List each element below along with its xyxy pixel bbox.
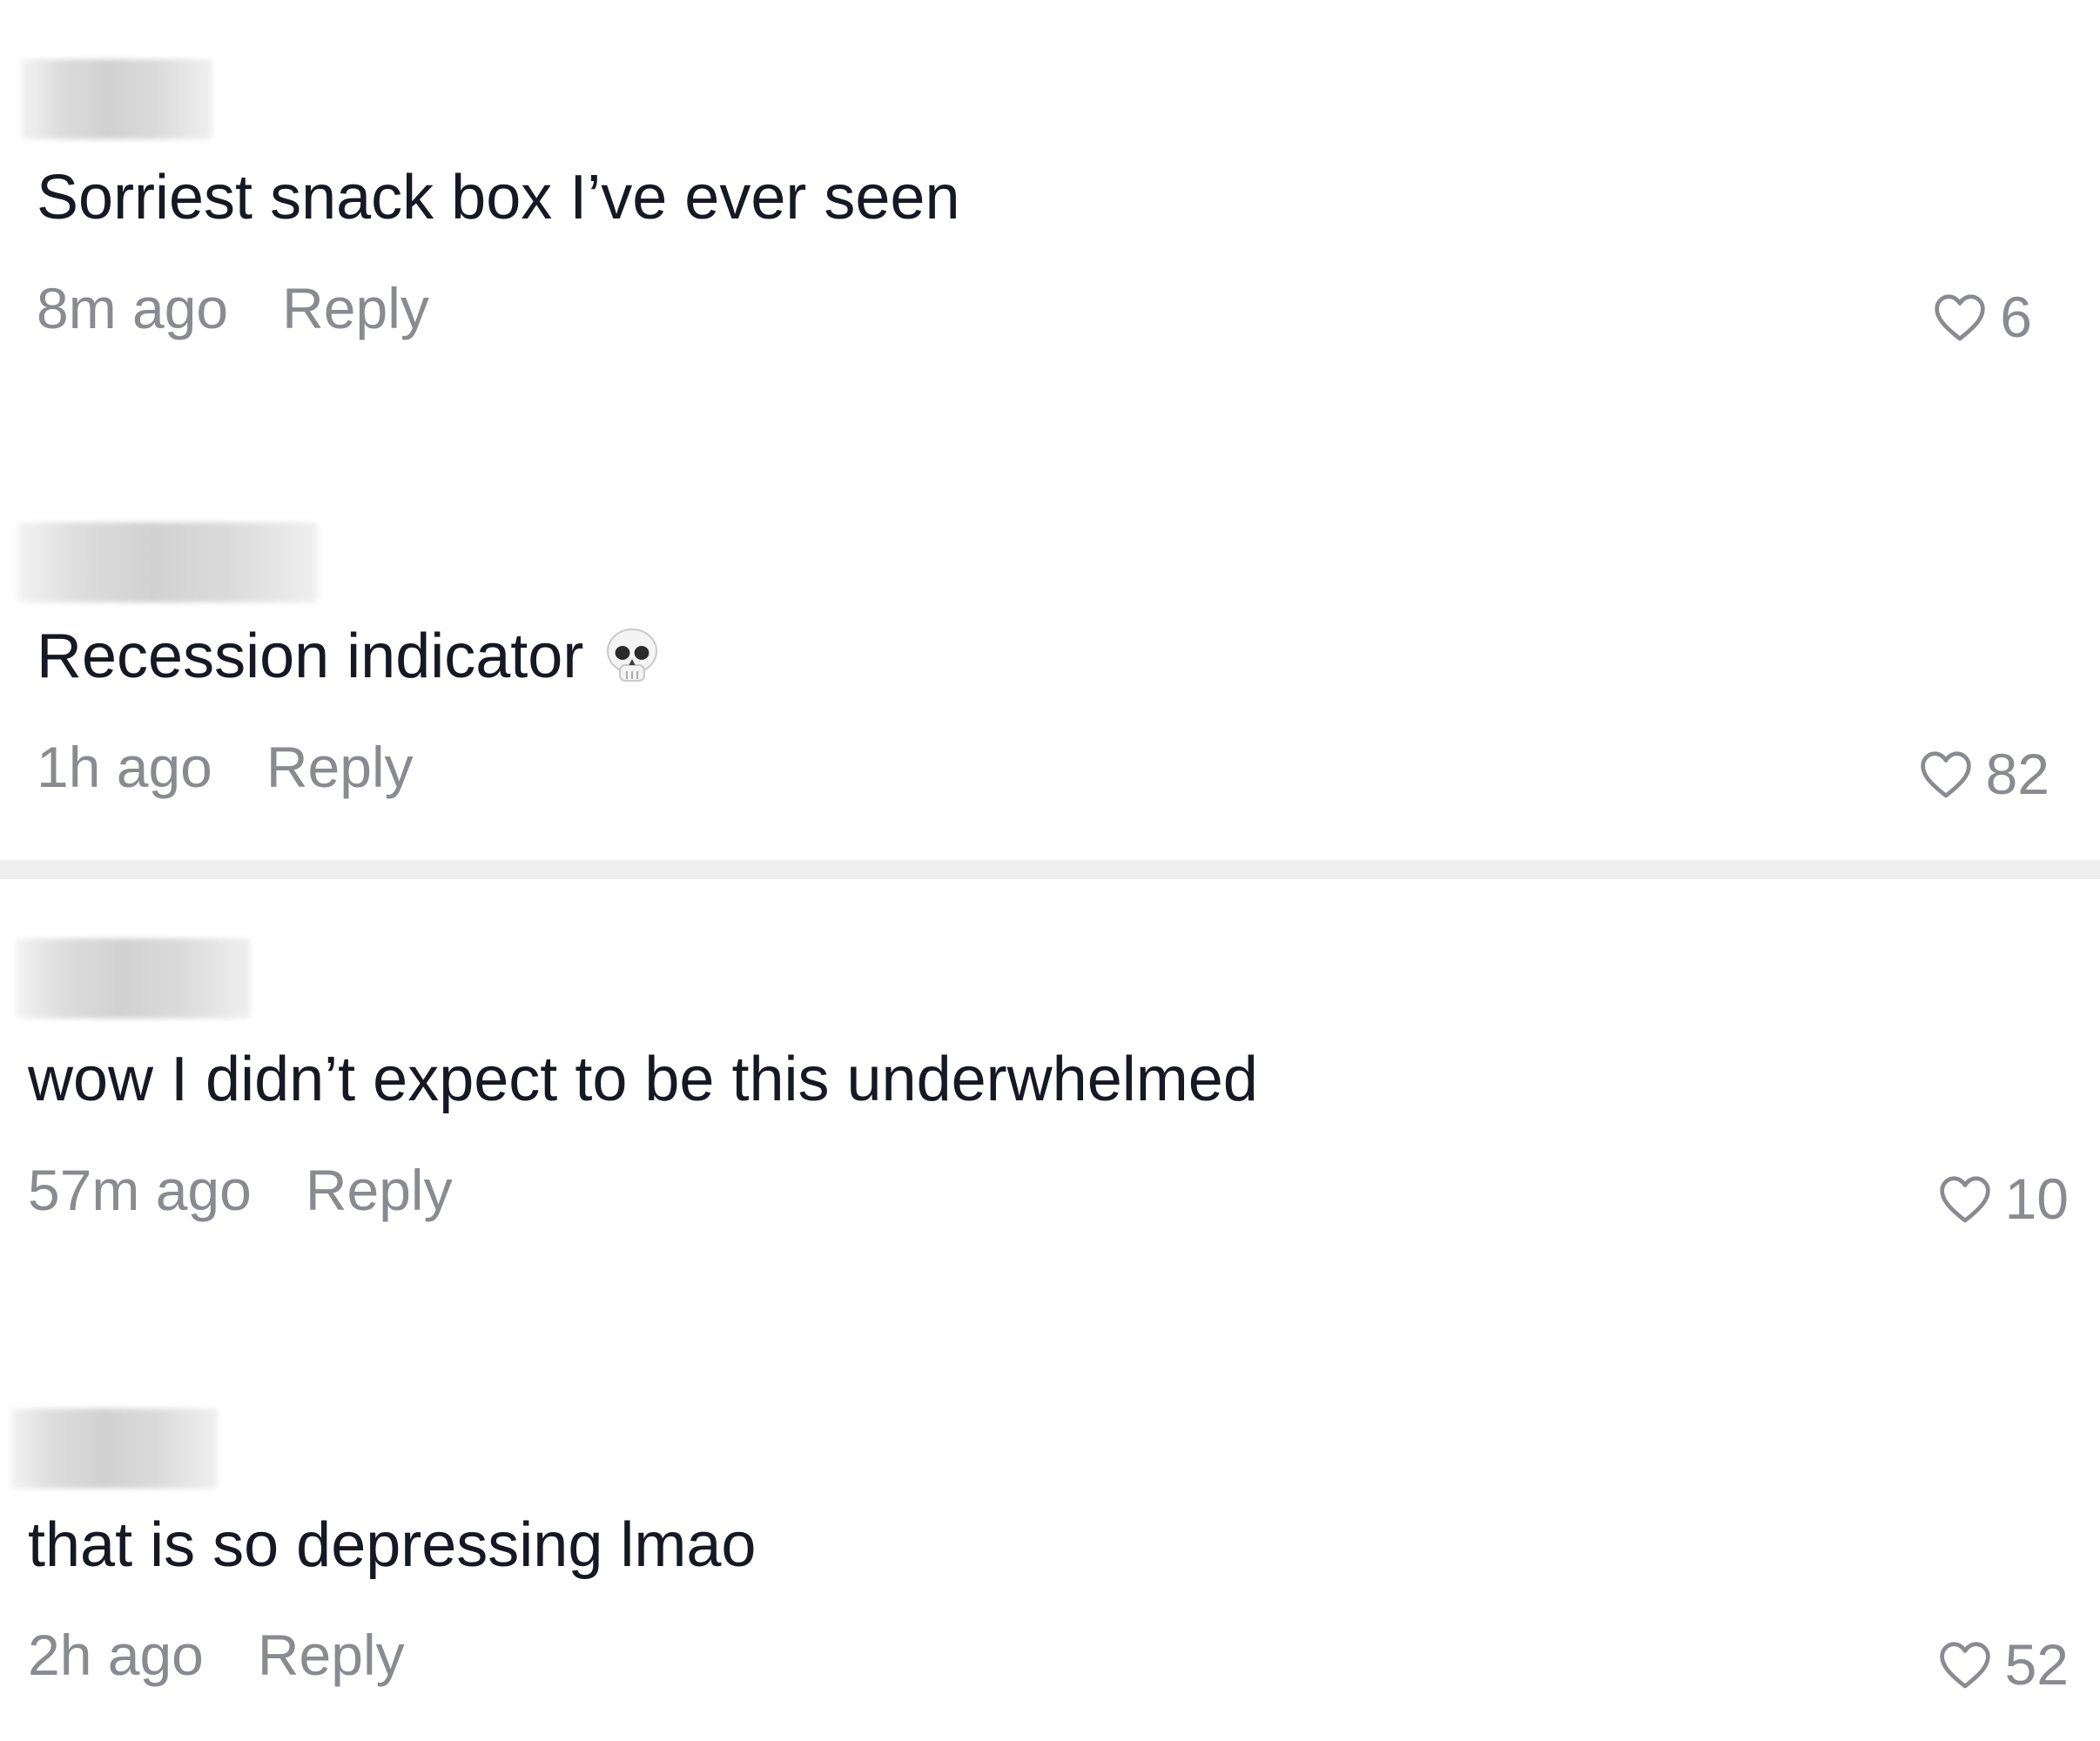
comment-meta: 2h ago Reply [28, 1621, 405, 1689]
comment-time: 2h ago [28, 1623, 204, 1687]
comment-text: that is so depressing lmao [28, 1510, 757, 1580]
reply-button[interactable]: Reply [258, 1621, 405, 1689]
comment-item: that is so depressing lmao 2h ago Reply … [0, 0, 2100, 1741]
username-redacted[interactable] [10, 1408, 218, 1489]
heart-icon [1939, 1642, 1990, 1689]
like-count: 52 [2004, 1632, 2069, 1697]
like-button[interactable]: 52 [1937, 1630, 2069, 1698]
